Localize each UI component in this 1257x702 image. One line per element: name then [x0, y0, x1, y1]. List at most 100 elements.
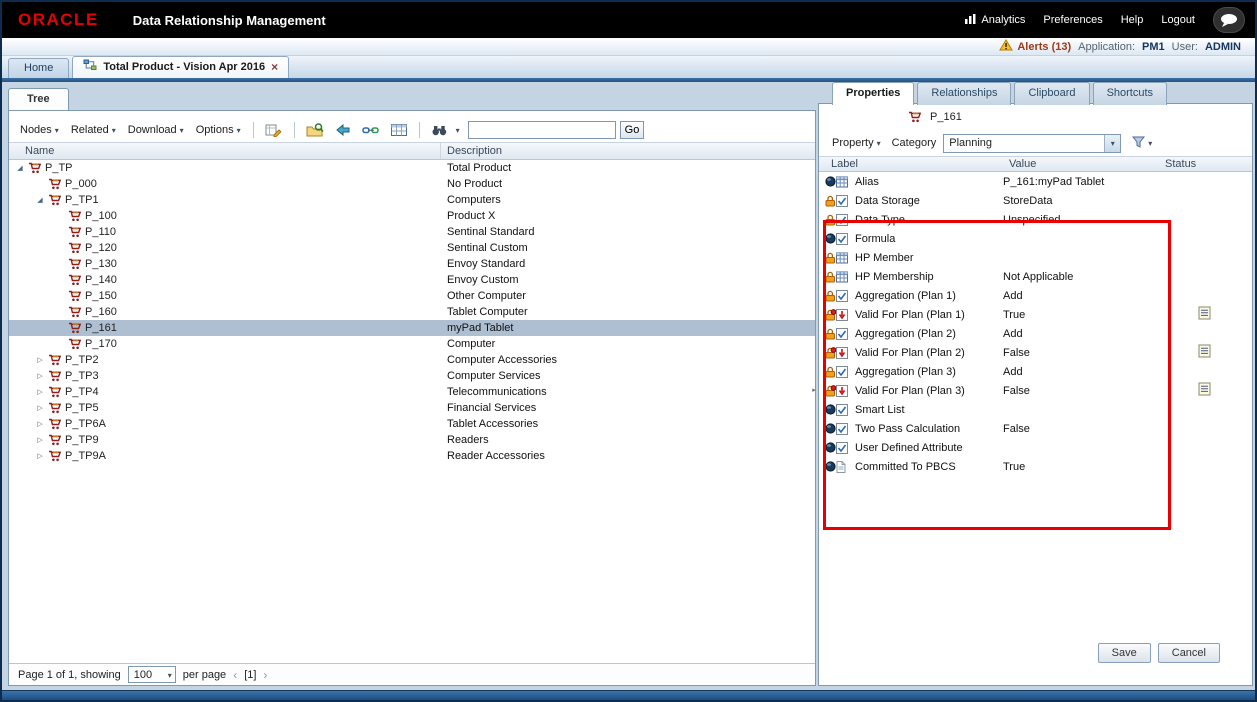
node-name[interactable]: P_120 — [85, 242, 117, 254]
tree-row-P_150[interactable]: P_150 Other Computer — [9, 288, 815, 304]
tree-row-P_130[interactable]: P_130 Envoy Standard — [9, 256, 815, 272]
tree-row-P_170[interactable]: P_170 Computer — [9, 336, 815, 352]
node-name[interactable]: P_TP6A — [65, 418, 106, 430]
redarrow-icon[interactable] — [836, 384, 855, 397]
check-icon[interactable] — [836, 213, 855, 226]
tab-tree[interactable]: Tree — [8, 88, 69, 110]
note-status-icon[interactable] — [1198, 344, 1211, 361]
tree-row-P_100[interactable]: P_100 Product X — [9, 208, 815, 224]
tree-row-P_140[interactable]: P_140 Envoy Custom — [9, 272, 815, 288]
property-value[interactable]: Add — [999, 290, 1157, 302]
collapse-toggle-icon[interactable]: ◢ — [33, 196, 47, 204]
node-name[interactable]: P_TP5 — [65, 402, 99, 414]
node-name[interactable]: P_TP9A — [65, 450, 106, 462]
expand-toggle-icon[interactable]: ▷ — [33, 420, 47, 428]
node-name[interactable]: P_TP3 — [65, 370, 99, 382]
tree-row-P_000[interactable]: P_000 No Product — [9, 176, 815, 192]
per-page-select[interactable]: 100 — [127, 666, 176, 683]
analytics-link[interactable]: Analytics — [964, 13, 1025, 28]
tab-document[interactable]: Total Product - Vision Apr 2016 × — [72, 56, 290, 78]
property-value[interactable]: True — [999, 309, 1157, 321]
save-button[interactable]: Save — [1097, 643, 1151, 663]
property-menu[interactable]: Property — [828, 135, 885, 151]
menu-options[interactable]: Options — [192, 122, 245, 138]
tree-row-P_TP9A[interactable]: ▷ P_TP9A Reader Accessories — [9, 448, 815, 464]
menu-download[interactable]: Download — [124, 122, 188, 138]
node-name[interactable]: P_140 — [85, 274, 117, 286]
find-node-icon[interactable] — [303, 120, 327, 140]
redarrow-icon[interactable] — [836, 308, 855, 321]
search-binoculars-icon[interactable] — [428, 120, 452, 140]
property-value[interactable]: False — [999, 385, 1157, 397]
preferences-link[interactable]: Preferences — [1043, 14, 1102, 26]
tree-row-P_TP6A[interactable]: ▷ P_TP6A Tablet Accessories — [9, 416, 815, 432]
node-name[interactable]: P_160 — [85, 306, 117, 318]
property-value[interactable]: True — [999, 461, 1157, 473]
tree-row-P_120[interactable]: P_120 Sentinal Custom — [9, 240, 815, 256]
grid-icon[interactable] — [836, 176, 855, 188]
node-name[interactable]: P_TP1 — [65, 194, 99, 206]
grid-icon[interactable] — [836, 252, 855, 264]
expand-toggle-icon[interactable]: ▷ — [33, 372, 47, 380]
tree-row-P_TP4[interactable]: ▷ P_TP4 Telecommunications — [9, 384, 815, 400]
collapse-toggle-icon[interactable]: ◢ — [13, 164, 27, 172]
tree-row-P_TP5[interactable]: ▷ P_TP5 Financial Services — [9, 400, 815, 416]
property-value[interactable]: Unspecified — [999, 214, 1157, 226]
expand-toggle-icon[interactable]: ▷ — [33, 388, 47, 396]
category-select[interactable]: Planning ▾ — [943, 133, 1122, 153]
node-name[interactable]: P_TP2 — [65, 354, 99, 366]
pager-current-page[interactable]: [1] — [244, 669, 256, 681]
cancel-button[interactable]: Cancel — [1157, 643, 1220, 663]
check-icon[interactable] — [836, 194, 855, 207]
node-name[interactable]: P_150 — [85, 290, 117, 302]
check-icon[interactable] — [836, 289, 855, 302]
tab-shortcuts[interactable]: Shortcuts — [1092, 82, 1168, 105]
tab-home[interactable]: Home — [8, 58, 70, 78]
logout-link[interactable]: Logout — [1161, 14, 1195, 26]
node-name[interactable]: P_130 — [85, 258, 117, 270]
menu-nodes[interactable]: Nodes — [16, 122, 63, 138]
tree-row-P_160[interactable]: P_160 Tablet Computer — [9, 304, 815, 320]
tree-row-P_161[interactable]: P_161 myPad Tablet — [9, 320, 815, 336]
property-value[interactable]: False — [999, 423, 1157, 435]
check-icon[interactable] — [836, 422, 855, 435]
redarrow-icon[interactable] — [836, 346, 855, 359]
property-value[interactable]: P_161:myPad Tablet — [999, 176, 1157, 188]
pager-next-icon[interactable]: › — [263, 668, 267, 682]
expand-toggle-icon[interactable]: ▷ — [33, 356, 47, 364]
tab-clipboard[interactable]: Clipboard — [1014, 82, 1090, 105]
note-status-icon[interactable] — [1198, 382, 1211, 399]
help-link[interactable]: Help — [1121, 14, 1144, 26]
menu-related[interactable]: Related — [67, 122, 120, 138]
property-value[interactable]: Add — [999, 366, 1157, 378]
pager-prev-icon[interactable]: ‹ — [233, 668, 237, 682]
check-icon[interactable] — [836, 327, 855, 340]
chevron-down-icon[interactable] — [456, 124, 460, 136]
tree-row-P_TP[interactable]: ◢ P_TP Total Product — [9, 160, 815, 176]
column-header-description[interactable]: Description — [441, 145, 815, 157]
grid-icon[interactable] — [836, 271, 855, 283]
node-name[interactable]: P_170 — [85, 338, 117, 350]
columns-grid-icon[interactable] — [387, 120, 411, 140]
tab-properties[interactable]: Properties — [832, 82, 915, 105]
tree-row-P_TP1[interactable]: ◢ P_TP1 Computers — [9, 192, 815, 208]
property-value[interactable]: StoreData — [999, 195, 1157, 207]
check-icon[interactable] — [836, 403, 855, 416]
note-status-icon[interactable] — [1198, 306, 1211, 323]
node-name[interactable]: P_110 — [85, 226, 116, 238]
doc-icon[interactable] — [836, 460, 855, 473]
close-icon[interactable]: × — [271, 61, 278, 73]
check-icon[interactable] — [836, 365, 855, 378]
tree-row-P_110[interactable]: P_110 Sentinal Standard — [9, 224, 815, 240]
node-name[interactable]: P_000 — [65, 178, 97, 190]
tree-row-P_TP2[interactable]: ▷ P_TP2 Computer Accessories — [9, 352, 815, 368]
feedback-chat-icon[interactable] — [1213, 7, 1245, 33]
tab-relationships[interactable]: Relationships — [917, 82, 1012, 105]
expand-toggle-icon[interactable]: ▷ — [33, 404, 47, 412]
expand-toggle-icon[interactable]: ▷ — [33, 436, 47, 444]
check-icon[interactable] — [836, 232, 855, 245]
chevron-down-icon[interactable]: ▾ — [1104, 134, 1121, 152]
alerts-link[interactable]: Alerts (13) — [999, 39, 1071, 54]
property-value[interactable]: Add — [999, 328, 1157, 340]
locate-node-link-icon[interactable] — [359, 120, 383, 140]
